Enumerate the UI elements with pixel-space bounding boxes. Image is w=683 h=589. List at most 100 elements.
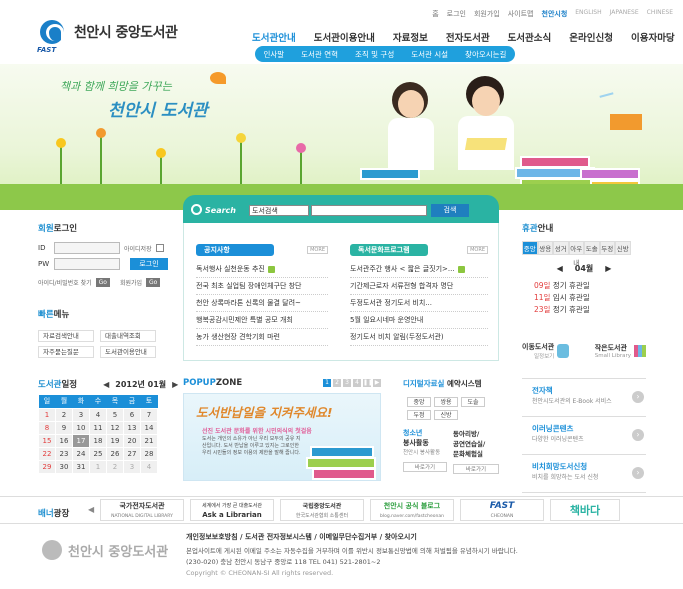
culture-more-button[interactable]: MORE bbox=[467, 246, 488, 254]
calendar-day[interactable]: 15 bbox=[38, 433, 56, 448]
sitemap-link[interactable]: 사이트맵 bbox=[508, 9, 534, 19]
calendar-day[interactable]: 22 bbox=[38, 446, 56, 461]
calendar-day[interactable]: 3 bbox=[123, 459, 141, 474]
banner-blog[interactable]: 천안시 공식 블로그 blog.naver.com/fastcheonan bbox=[370, 499, 454, 521]
nav-library-intro[interactable]: 도서관안내 bbox=[252, 30, 296, 44]
tab-seonggeo[interactable]: 성거 bbox=[553, 241, 569, 255]
nav-news[interactable]: 도서관소식 bbox=[508, 30, 552, 44]
nav-online[interactable]: 온라인신청 bbox=[569, 30, 613, 44]
banner-ask-librarian[interactable]: 세계에서 가장 큰 대출도서관 Ask a Librarian bbox=[190, 499, 274, 521]
banner-chaekbada[interactable]: 책바다 bbox=[550, 499, 620, 521]
notice-item[interactable]: 행복공감시민제안 특별 공모 개최 bbox=[196, 312, 328, 329]
nav-usage[interactable]: 도서관이용안내 bbox=[314, 30, 375, 44]
site-logo[interactable]: FAST 천안시 중앙도서관 bbox=[37, 20, 178, 54]
subnav-directions[interactable]: 찾아오시는길 bbox=[465, 49, 506, 60]
calendar-day[interactable]: 27 bbox=[123, 446, 141, 461]
subnav-facilities[interactable]: 도서관 시설 bbox=[411, 49, 448, 60]
footer-links[interactable]: 개인정보보호방침 / 도서관 전자정보시스템 / 이메일무단수집거부 / 찾아오… bbox=[186, 532, 417, 542]
notice-more-button[interactable]: MORE bbox=[307, 246, 328, 254]
popup-page-2[interactable]: 2 bbox=[333, 379, 341, 387]
login-link[interactable]: 로그인 bbox=[447, 9, 466, 19]
join-go-button[interactable]: Go bbox=[146, 278, 161, 287]
calendar-day[interactable]: 21 bbox=[140, 433, 158, 448]
calendar-day[interactable]: 31 bbox=[72, 459, 90, 474]
calendar-day[interactable]: 4 bbox=[89, 407, 107, 422]
tab-sinbang[interactable]: 신방 bbox=[615, 241, 631, 255]
calendar-day[interactable]: 30 bbox=[55, 459, 73, 474]
calendar-day[interactable]: 24 bbox=[72, 446, 90, 461]
notice-item[interactable]: 전국 최초 실업팀 장애인체구단 창단 bbox=[196, 278, 328, 295]
culture-item[interactable]: 기간제근로자 서류전형 합격자 명단 bbox=[350, 278, 488, 295]
culture-item[interactable]: 두정도서관 정기도서 비치... bbox=[350, 295, 488, 312]
calendar-day[interactable]: 18 bbox=[89, 433, 107, 448]
calendar-day[interactable]: 6 bbox=[123, 407, 141, 422]
culture-item[interactable]: 도서관주간 행사 < 짧은 글짓기>... bbox=[350, 261, 488, 278]
book-request-link[interactable]: 비치희망도서신청 비치를 희망하는 도서 신청 › bbox=[522, 455, 646, 493]
calendar-day[interactable]: 28 bbox=[140, 446, 158, 461]
calendar-day[interactable]: 23 bbox=[55, 446, 73, 461]
calendar-day[interactable]: 2 bbox=[55, 407, 73, 422]
calendar-day[interactable]: 16 bbox=[55, 433, 73, 448]
popup-pause-icon[interactable]: ❚❚ bbox=[363, 379, 373, 387]
cityhall-link[interactable]: 천안시청 bbox=[542, 9, 568, 19]
elearning-link[interactable]: 이러닝콘텐츠 다양한 이러닝콘텐츠 › bbox=[522, 417, 646, 455]
search-type-select[interactable]: 도서검색 bbox=[249, 205, 309, 216]
popup-slide[interactable]: 도서반납일을 지켜주세요! 선진 도서관 문화를 위한 시민의식의 첫걸음 도서… bbox=[183, 393, 381, 481]
lang-japanese[interactable]: JAPANESE bbox=[610, 9, 639, 19]
save-id-checkbox[interactable] bbox=[155, 244, 164, 252]
calendar-day[interactable]: 25 bbox=[89, 446, 107, 461]
calendar-day[interactable]: 2 bbox=[106, 459, 124, 474]
nav-e-library[interactable]: 전자도서관 bbox=[446, 30, 490, 44]
lang-english[interactable]: ENGLISH bbox=[575, 9, 601, 19]
popup-page-3[interactable]: 3 bbox=[343, 379, 351, 387]
calendar-day[interactable]: 8 bbox=[38, 420, 56, 435]
prev-month-icon[interactable]: ◀ bbox=[103, 380, 109, 389]
subnav-greeting[interactable]: 인사말 bbox=[263, 49, 284, 60]
home-link[interactable]: 홈 bbox=[432, 9, 438, 19]
nav-community[interactable]: 이용자마당 bbox=[631, 30, 675, 44]
calendar-day[interactable]: 1 bbox=[38, 407, 56, 422]
find-account-go-button[interactable]: Go bbox=[95, 278, 110, 287]
calendar-day[interactable]: 3 bbox=[72, 407, 90, 422]
tab-aunae[interactable]: 아우내 bbox=[568, 241, 584, 267]
calendar-day[interactable]: 19 bbox=[106, 433, 124, 448]
calendar-day[interactable]: 5 bbox=[106, 407, 124, 422]
club-room-go-button[interactable]: 바로가기 bbox=[453, 464, 499, 474]
calendar-day[interactable]: 7 bbox=[140, 407, 158, 422]
tab-dosol[interactable]: 도솔 bbox=[584, 241, 600, 255]
subnav-organization[interactable]: 조직 및 구성 bbox=[355, 49, 394, 60]
tab-jungang[interactable]: 중앙 bbox=[522, 241, 538, 255]
banner-nl[interactable]: 국가전자도서관 NATIONAL DIGITAL LIBRARY bbox=[100, 499, 184, 521]
digital-sinbang-button[interactable]: 신방 bbox=[434, 410, 458, 420]
search-input[interactable] bbox=[311, 205, 427, 216]
calendar-day[interactable]: 4 bbox=[140, 459, 158, 474]
notice-item[interactable]: 독서행사 실천운동 추진 bbox=[196, 261, 328, 278]
quick-usage-guide[interactable]: 도서관이용안내 bbox=[100, 346, 156, 358]
id-field[interactable] bbox=[54, 242, 120, 254]
banner-nlk[interactable]: 국립중앙도서관 한국도서관협회 소통센터 bbox=[280, 499, 364, 521]
password-field[interactable] bbox=[54, 258, 120, 270]
calendar-day[interactable]: 26 bbox=[106, 446, 124, 461]
calendar-day[interactable]: 9 bbox=[55, 420, 73, 435]
next-month-icon[interactable]: ▶ bbox=[172, 380, 178, 389]
mobile-library-link[interactable]: 이동도서관 일정보기 bbox=[522, 342, 570, 360]
calendar-day[interactable]: 1 bbox=[89, 459, 107, 474]
calendar-day-selected[interactable]: 17 bbox=[72, 433, 90, 448]
banner-prev-icon[interactable]: ◀ bbox=[88, 505, 94, 514]
next-month-icon[interactable]: ▶ bbox=[605, 264, 611, 273]
search-button[interactable]: 검색 bbox=[431, 204, 469, 217]
popup-page-4[interactable]: 4 bbox=[353, 379, 361, 387]
calendar-day[interactable]: 20 bbox=[123, 433, 141, 448]
small-library-link[interactable]: 작은도서관 Small Library bbox=[595, 342, 646, 360]
calendar-day[interactable]: 14 bbox=[140, 420, 158, 435]
notice-item[interactable]: 천안 상록마라톤 신록의 물결 달려~ bbox=[196, 295, 328, 312]
popup-next-icon[interactable]: ▶ bbox=[373, 379, 381, 387]
digital-ssangyong-button[interactable]: 쌍용 bbox=[434, 397, 458, 407]
calendar-day[interactable]: 11 bbox=[89, 420, 107, 435]
prev-month-icon[interactable]: ◀ bbox=[557, 264, 563, 273]
calendar-day[interactable]: 13 bbox=[123, 420, 141, 435]
digital-jungang-button[interactable]: 중앙 bbox=[407, 397, 431, 407]
calendar-day[interactable]: 10 bbox=[72, 420, 90, 435]
culture-item[interactable]: 정기도서 비치 알림(두정도서관) bbox=[350, 329, 488, 346]
calendar-day[interactable]: 12 bbox=[106, 420, 124, 435]
